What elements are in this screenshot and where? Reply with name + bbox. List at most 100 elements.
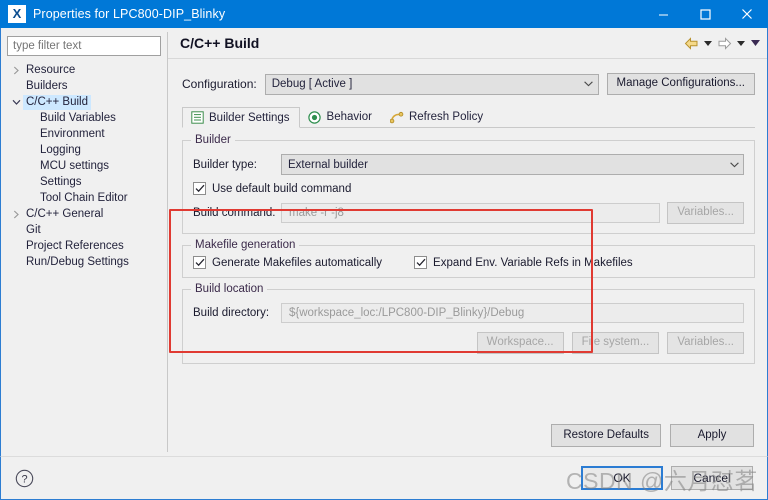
build-command-input[interactable]: make -r -j8 [281,203,661,223]
ok-button[interactable]: OK [581,466,663,490]
use-default-build-command-row[interactable]: Use default build command [193,182,744,195]
page-title: C/C++ Build [180,35,260,51]
tab-bar: Builder Settings Behavior Refresh Policy [182,105,755,128]
sidebar-item-project-references[interactable]: Project References [7,238,161,254]
tab-label: Refresh Policy [408,111,484,123]
use-default-build-command-checkbox[interactable] [193,182,206,195]
sidebar-item-label: Project References [26,239,124,252]
build-directory-input[interactable]: ${workspace_loc:/LPC800-DIP_Blinky}/Debu… [281,303,744,323]
file-system-button[interactable]: File system... [571,332,660,354]
sidebar-item-builders[interactable]: Builders [7,78,161,94]
sidebar-item-label: MCU settings [40,159,110,172]
use-default-build-command-label: Use default build command [212,182,352,195]
generate-makefiles-checkbox[interactable] [193,256,206,269]
chevron-down-icon[interactable] [9,99,23,106]
settings-tree[interactable]: Resource Builders C/C++ Build Build Variabl… [7,62,161,456]
settings-sidebar: Resource Builders C/C++ BuildBuild Variabl… [1,28,167,456]
sidebar-item-label: Settings [40,175,82,188]
sidebar-item-label: Build Variables [40,111,116,124]
back-arrow-icon[interactable] [683,33,700,53]
tab-refresh-policy[interactable]: Refresh Policy [382,106,493,127]
sidebar-item-label: Logging [40,143,81,156]
expand-env-variable-refs-checkbox[interactable] [414,256,428,269]
tab-builder-settings[interactable]: Builder Settings [182,107,300,128]
build-command-label: Build command: [193,207,276,219]
builder-type-row: Builder type: External builder [193,154,744,175]
sidebar-item-environment[interactable]: Environment [7,126,161,142]
chevron-down-icon [580,81,598,87]
generate-makefiles-label: Generate Makefiles automatically [212,256,383,269]
title-bar: X Properties for LPC800-DIP_Blinky [0,0,768,28]
sidebar-item-label: Tool Chain Editor [40,191,128,204]
configuration-value: Debug [ Active ] [271,78,353,90]
sidebar-item-settings[interactable]: Settings [7,174,161,190]
build-directory-row: Build directory: ${workspace_loc:/LPC800… [193,303,744,323]
sidebar-item-resource[interactable]: Resource [7,62,161,78]
navigation-toolbar [683,33,761,53]
builder-group: Builder Builder type: External builder U… [182,134,755,234]
configuration-select[interactable]: Debug [ Active ] [264,73,599,95]
chevron-down-icon [725,161,743,168]
sidebar-item-logging[interactable]: Logging [7,142,161,158]
dialog-body: ResourceBuildersC/C++ BuildBuild Variabl… [0,28,768,456]
tab-label: Behavior [326,111,372,123]
restore-defaults-button[interactable]: Restore Defaults [551,424,661,447]
sidebar-item-label: Environment [40,127,105,140]
build-location-variables-button[interactable]: Variables... [667,332,744,354]
settings-content: C/C++ Build Configuration: Debug [Activ… [168,28,767,456]
forward-dropdown-icon[interactable] [735,33,747,53]
refresh-icon [389,110,404,124]
sidebar-item-build-variables[interactable]: Build Variables [7,110,161,126]
sidebar-item-c-c-general[interactable]: C/C++ General [7,206,161,222]
footer-buttons: OK Cancel [581,466,753,490]
filter-input[interactable] [7,36,161,56]
apply-button[interactable]: Apply [670,424,754,447]
builder-type-select[interactable]: External builder [281,154,744,175]
sidebar-item-label: Resource [26,63,76,76]
radio-icon [308,110,322,124]
tab-behavior[interactable]: Behavior [300,106,382,127]
sidebar-item-tool-chain-editor[interactable]: Tool Chain Editor [7,190,161,206]
window-title: Properties for LPC800-DIP_Blinky [33,7,226,21]
sidebar-item-label: Builders [26,79,68,92]
minimize-icon[interactable] [642,0,684,28]
list-icon [190,111,204,125]
properties-dialog: X Properties for LPC800-DIP_Blinky Resou… [0,0,768,500]
sidebar-item-label: Git [26,223,41,236]
build-command-variables-button[interactable]: Variables... [667,202,744,224]
forward-arrow-icon[interactable] [716,33,733,53]
build-location-buttons: Workspace... File system... Variables... [193,332,744,354]
sidebar-item-git[interactable]: Git [7,222,161,238]
expand-env-variable-refs-label: Expand Env. Variable Refs in Makefiles [433,256,633,269]
sidebar-item-label: C/C++ Build [23,94,92,110]
sidebar-item-c-c-build[interactable]: C/C++ Build [7,94,161,110]
chevron-right-icon[interactable] [9,210,23,219]
back-dropdown-icon[interactable] [702,33,714,53]
sidebar-item-run-debug-settings[interactable]: Run/Debug Settings [7,254,161,270]
maximize-icon[interactable] [684,0,726,28]
workspace-button[interactable]: Workspace... [476,332,564,354]
cancel-button[interactable]: Cancel [671,466,753,490]
makefile-generation-group-title: Makefile generation [191,239,300,251]
build-directory-label: Build directory: [193,307,270,319]
form-action-row: Restore Defaults Apply [168,424,767,456]
configuration-label: Configuration: [182,77,257,91]
tab-label: Builder Settings [209,111,290,124]
svg-text:?: ? [21,473,27,485]
build-location-group-title: Build location [191,283,268,295]
expand-env-variable-refs-row[interactable]: Expand Env. Variable Refs in Makefiles [414,256,633,269]
close-icon[interactable] [726,0,768,28]
manage-configurations-button[interactable]: Manage Configurations... [606,73,755,95]
dialog-footer: ? OK Cancel [0,456,768,500]
build-location-group: Build location Build directory: ${worksp… [182,283,755,364]
makefile-generation-group: Makefile generation Generate Makefiles a… [182,239,755,278]
settings-form: Configuration: Debug [ Active ] Manage C… [168,59,767,424]
sidebar-item-mcu-settings[interactable]: MCU settings [7,158,161,174]
window-controls [642,0,768,28]
help-icon[interactable]: ? [13,467,35,489]
chevron-right-icon[interactable] [9,66,23,75]
generate-makefiles-row[interactable]: Generate Makefiles automatically [193,256,382,269]
configuration-row: Configuration: Debug [ Active ] Manage C… [182,73,755,95]
build-command-row: Build command: make -r -j8 Variables... [193,202,744,224]
view-menu-icon[interactable] [749,33,761,53]
